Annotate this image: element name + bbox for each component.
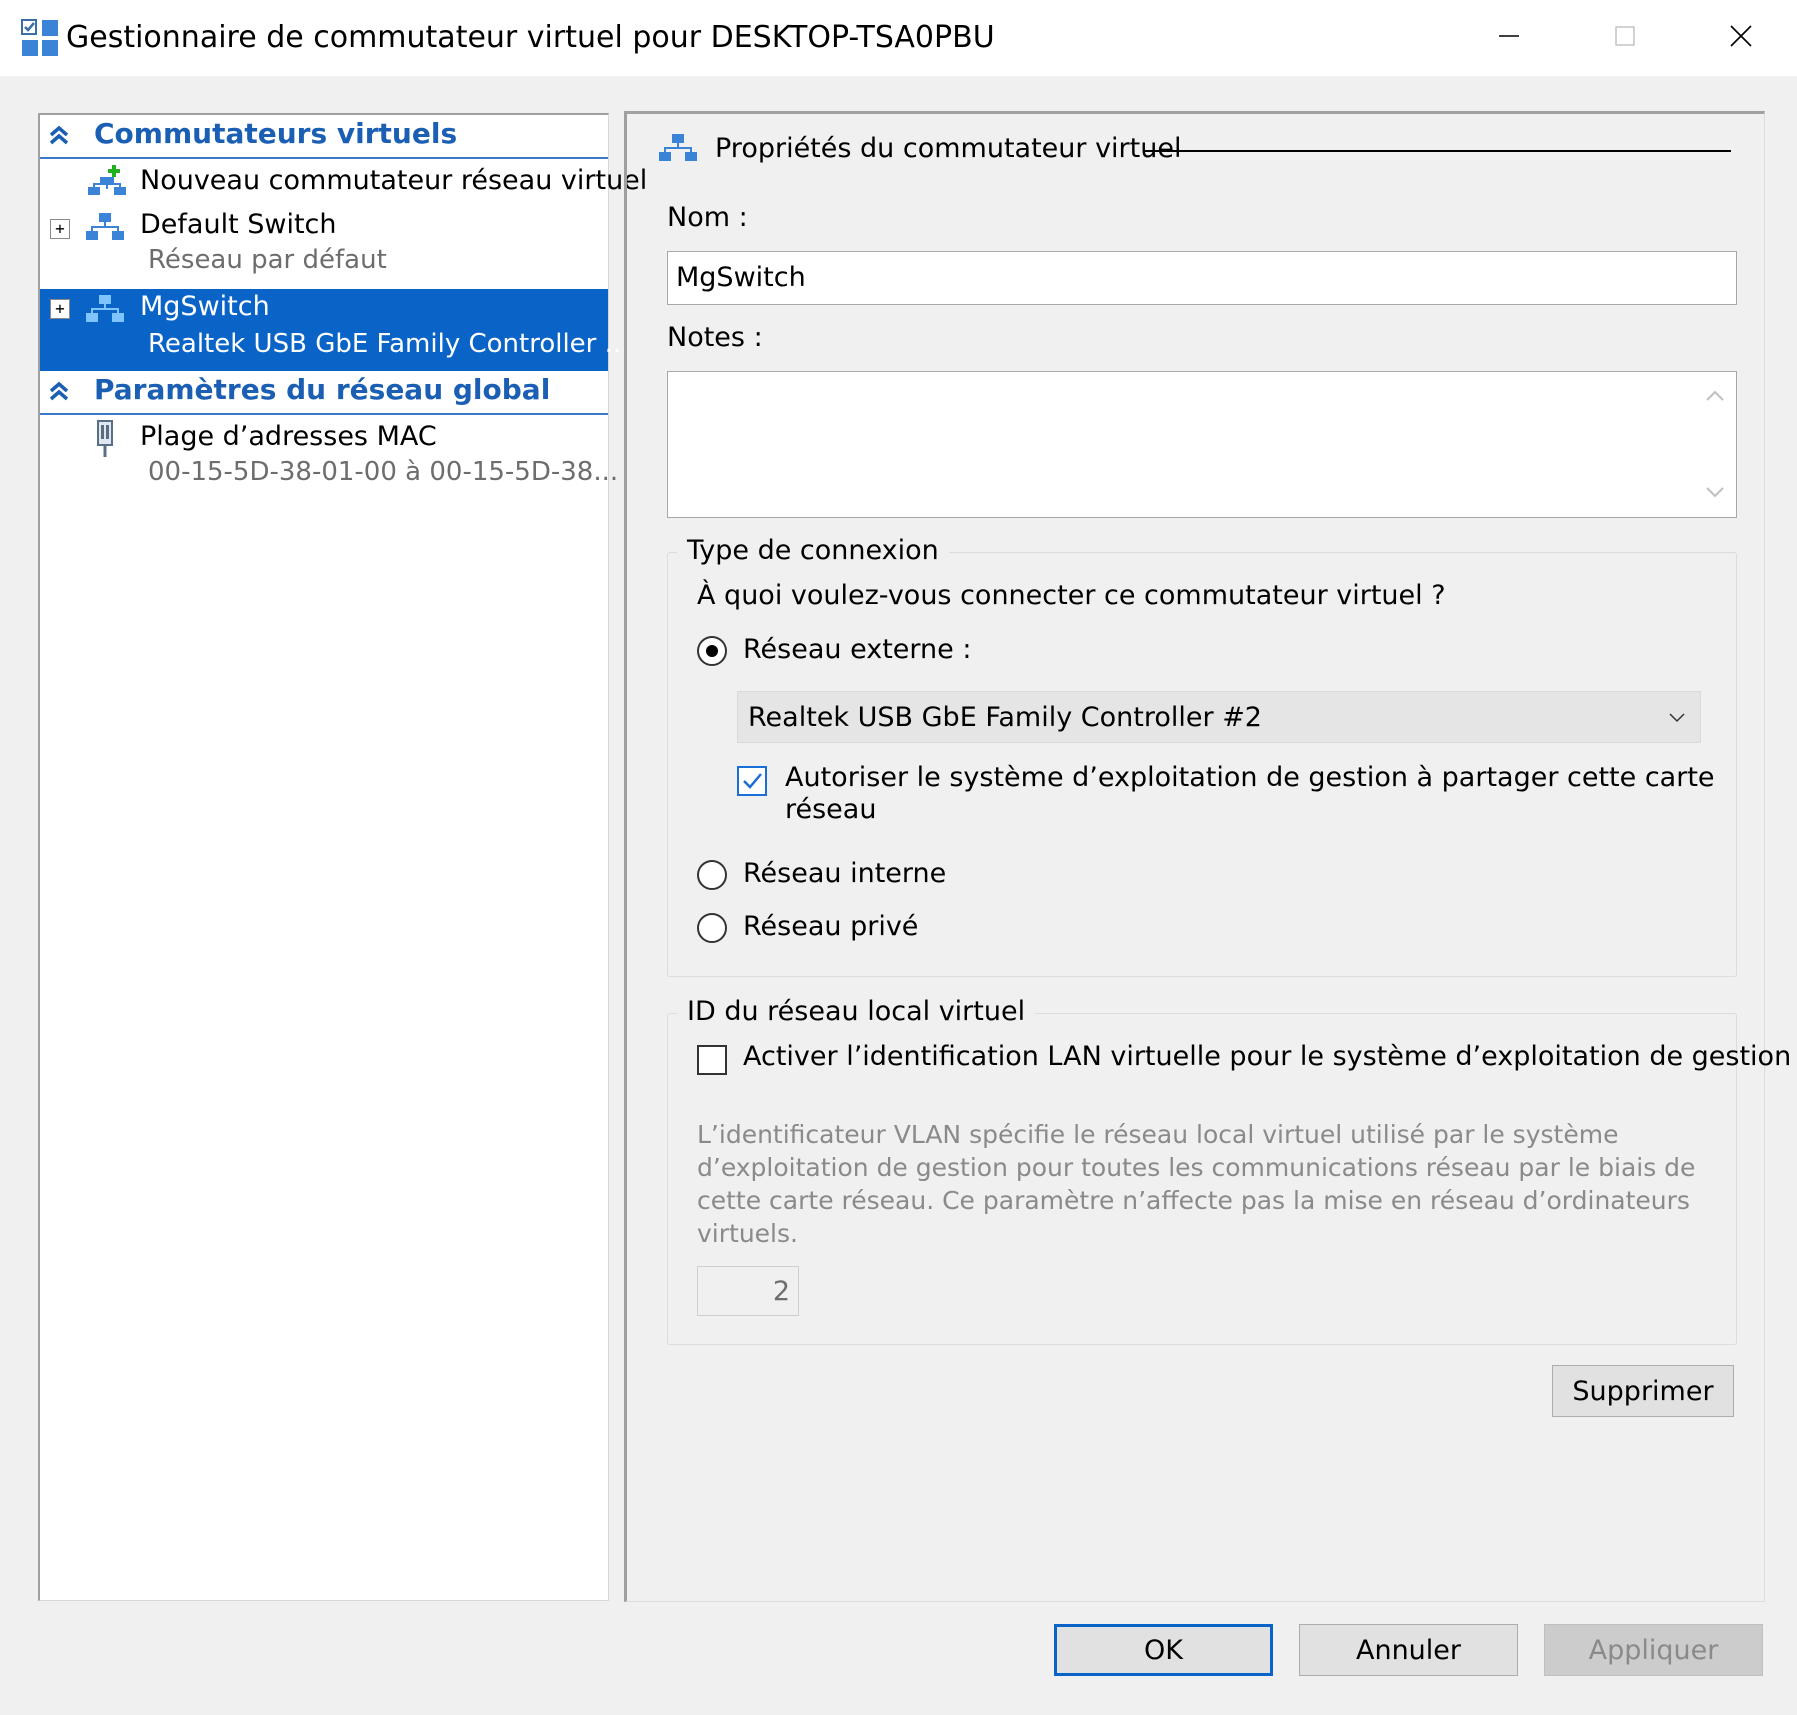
scroll-down-icon[interactable]	[1704, 482, 1726, 502]
vlan-id-value: 2	[772, 1276, 790, 1307]
notes-field[interactable]	[667, 371, 1737, 518]
adapter-select-value: Realtek USB GbE Family Controller #2	[748, 702, 1262, 733]
title-bar: Gestionnaire de commutateur virtuel pour…	[0, 0, 1797, 76]
sidebar-item-label: Default Switch	[140, 209, 337, 240]
collapse-chevron-icon	[49, 125, 69, 145]
sidebar-item-default-switch[interactable]: + Default Switch Réseau par défaut	[40, 207, 608, 287]
vlan-checkbox[interactable]	[697, 1045, 727, 1075]
maximize-icon	[1615, 26, 1635, 46]
ok-button[interactable]: OK	[1054, 1624, 1273, 1676]
radio-internal[interactable]: Réseau interne	[697, 858, 1097, 894]
apply-button[interactable]: Appliquer	[1544, 1624, 1763, 1676]
collapse-chevron-icon	[49, 381, 69, 401]
connection-type-title: Type de connexion	[677, 535, 949, 566]
section-header-global[interactable]: Paramètres du réseau global	[40, 371, 608, 415]
scroll-up-icon[interactable]	[1704, 386, 1726, 406]
radio-private[interactable]: Réseau privé	[697, 911, 1097, 947]
cancel-button[interactable]: Annuler	[1299, 1624, 1518, 1676]
radio-external[interactable]: Réseau externe :	[697, 634, 1097, 670]
vlan-description-line1: L’identificateur VLAN spécifie le réseau…	[697, 1120, 1619, 1149]
navigation-pane: Commutateurs virtuels Nouveau commutateu…	[38, 113, 647, 1601]
properties-pane: Propriétés du commutateur virtuel Nom : …	[624, 111, 1791, 1602]
radio-private-label: Réseau privé	[743, 911, 919, 942]
switch-icon	[659, 134, 697, 161]
vlan-description-line2: d’exploitation de gestion pour toutes le…	[697, 1153, 1696, 1182]
new-switch-label: Nouveau commutateur réseau virtuel	[140, 165, 648, 196]
switch-icon	[86, 213, 124, 240]
minimize-button[interactable]	[1454, 0, 1564, 72]
sidebar-item-mgswitch[interactable]: + MgSwitch Realtek USB GbE Family Contro…	[40, 289, 629, 371]
vlan-group-title: ID du réseau local virtuel	[677, 996, 1036, 1027]
adapter-select[interactable]: Realtek USB GbE Family Controller #2	[737, 691, 1701, 743]
share-adapter-checkbox[interactable]	[737, 766, 767, 796]
connection-question: À quoi voulez-vous connecter ce commutat…	[697, 580, 1446, 611]
new-switch-item[interactable]: Nouveau commutateur réseau virtuel	[40, 163, 647, 203]
minimize-icon	[1499, 35, 1519, 37]
close-button[interactable]	[1686, 0, 1796, 72]
vlan-description-line4: virtuels.	[697, 1219, 798, 1248]
section-title-switches: Commutateurs virtuels	[94, 117, 458, 150]
maximize-button[interactable]	[1570, 0, 1680, 72]
expand-icon[interactable]: +	[50, 299, 70, 319]
section-title-global: Paramètres du réseau global	[94, 373, 551, 406]
mac-range-value: 00-15-5D-38-01-00 à 00-15-5D-38...	[148, 457, 619, 487]
name-label: Nom :	[667, 202, 748, 233]
window-title: Gestionnaire de commutateur virtuel pour…	[66, 20, 995, 55]
network-adapter-icon	[97, 420, 113, 457]
checkmark-icon	[743, 773, 762, 789]
notes-label: Notes :	[667, 322, 763, 353]
name-field[interactable]: MgSwitch	[667, 251, 1737, 305]
share-adapter-label-line2: réseau	[785, 794, 877, 825]
mac-range-label: Plage d’adresses MAC	[140, 421, 437, 452]
vlan-checkbox-label: Activer l’identification LAN virtuelle p…	[743, 1041, 1792, 1072]
sidebar-item-sublabel: Realtek USB GbE Family Controller ...	[148, 329, 630, 359]
header-rule	[1143, 150, 1731, 152]
sidebar-item-label: MgSwitch	[140, 291, 270, 322]
radio-external-label: Réseau externe :	[743, 634, 972, 665]
switch-icon	[86, 295, 124, 322]
vlan-id-field[interactable]: 2	[697, 1266, 799, 1316]
delete-button[interactable]: Supprimer	[1552, 1365, 1734, 1417]
close-icon	[1730, 25, 1752, 47]
share-adapter-label-line1: Autoriser le système d’exploitation de g…	[785, 762, 1715, 793]
sidebar-item-mac-range[interactable]: Plage d’adresses MAC 00-15-5D-38-01-00 à…	[40, 419, 618, 499]
sidebar-item-sublabel: Réseau par défaut	[148, 245, 387, 275]
new-switch-icon	[88, 165, 126, 195]
chevron-down-icon	[1669, 713, 1685, 723]
radio-internal-label: Réseau interne	[743, 858, 947, 889]
virtual-switch-manager-icon	[21, 19, 58, 56]
radio-external-button[interactable]	[697, 636, 727, 666]
vlan-description-line3: cette carte réseau. Ce paramètre n’affec…	[697, 1186, 1690, 1215]
expand-icon[interactable]: +	[50, 219, 70, 239]
name-field-value: MgSwitch	[676, 262, 806, 293]
radio-private-button[interactable]	[697, 913, 727, 943]
radio-internal-button[interactable]	[697, 860, 727, 890]
properties-header: Propriétés du commutateur virtuel	[715, 133, 1182, 164]
section-header-switches[interactable]: Commutateurs virtuels	[40, 115, 608, 159]
